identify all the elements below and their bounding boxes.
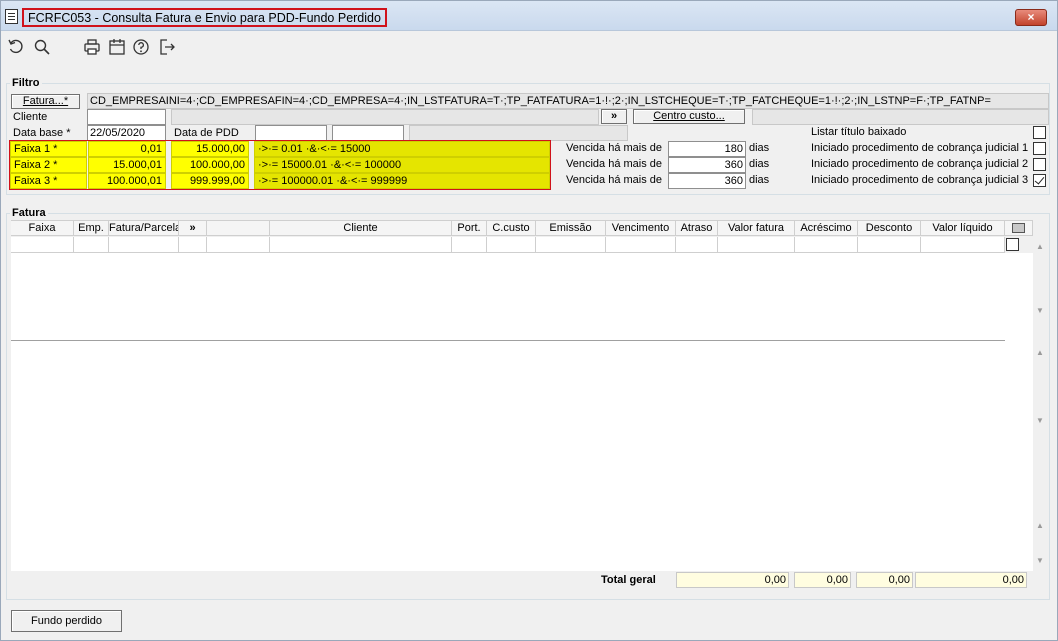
scroll-up-icon[interactable]: ▲ [1036, 243, 1044, 251]
cliente-code-input[interactable] [87, 109, 166, 125]
col-desconto[interactable]: Desconto [858, 221, 921, 236]
scroll-down-icon[interactable]: ▼ [1036, 557, 1044, 565]
data-base-input[interactable]: 22/05/2020 [87, 125, 166, 141]
faixa-3-vencida-label: Vencida há mais de [566, 174, 663, 186]
faixa-3-procedimento-checkbox[interactable] [1033, 174, 1046, 187]
title-bar: FCRFC053 - Consulta Fatura e Envio para … [1, 1, 1057, 31]
col-fatura-parcela[interactable]: Fatura/Parcela [109, 221, 179, 236]
toolbar [1, 32, 1057, 62]
scroll-up-icon[interactable]: ▲ [1036, 522, 1044, 530]
total-valor-fatura: 0,00 [676, 572, 789, 588]
listar-baixado-checkbox[interactable] [1033, 126, 1046, 139]
filtro-group-label: Filtro [10, 77, 42, 89]
col-blank[interactable] [207, 221, 270, 236]
total-valor-liquido: 0,00 [915, 572, 1027, 588]
faixa-2-from[interactable]: 15.000,01 [88, 157, 166, 173]
search-icon[interactable] [33, 38, 51, 56]
col-ccusto[interactable]: C.custo [487, 221, 536, 236]
col-expand[interactable]: » [179, 221, 207, 236]
col-faixa[interactable]: Faixa [11, 221, 74, 236]
faixa-1-procedimento-label: Iniciado procedimento de cobrança judici… [811, 142, 1029, 154]
fundo-perdido-button[interactable]: Fundo perdido [11, 610, 122, 632]
faixa-1-label: Faixa 1 * [10, 141, 87, 157]
faixa-3-procedimento-label: Iniciado procedimento de cobrança judici… [811, 174, 1029, 186]
faixa-2-label: Faixa 2 * [10, 157, 87, 173]
faixa-1-expression: ·>·= 0.01 ·&·<·= 15000 [254, 141, 550, 157]
faixa-2-procedimento-label: Iniciado procedimento de cobrança judici… [811, 158, 1029, 170]
table-row[interactable] [11, 237, 1033, 253]
col-emissao[interactable]: Emissão [536, 221, 606, 236]
data-pdd-desc-field [409, 125, 628, 141]
faixa-2-expression: ·>·= 15000.01 ·&·<·= 100000 [254, 157, 550, 173]
print-icon[interactable] [83, 38, 101, 56]
faixa-1-to[interactable]: 15.000,00 [171, 141, 249, 157]
scroll-up-icon[interactable]: ▲ [1036, 349, 1044, 357]
select-all-icon[interactable] [1012, 223, 1025, 233]
data-base-label: Data base * [13, 127, 71, 139]
data-pdd-label: Data de PDD [174, 127, 239, 139]
fatura-grid-header: Faixa Emp. Fatura/Parcela » Cliente Port… [11, 220, 1033, 236]
document-icon [5, 9, 18, 24]
cliente-label: Cliente [13, 111, 48, 123]
centro-custo-button[interactable]: Centro custo... [633, 109, 745, 124]
grid-scrollbar[interactable]: ▲ ▼ ▲ ▼ ▲ ▼ [1033, 237, 1047, 571]
faixa-2-dias-input[interactable]: 360 [668, 157, 746, 173]
faixa-3-expression: ·>·= 100000.01 ·&·<·= 999999 [254, 173, 550, 189]
exit-icon[interactable] [158, 38, 176, 56]
col-atraso[interactable]: Atraso [676, 221, 718, 236]
total-desconto: 0,00 [856, 572, 913, 588]
grid-divider [11, 340, 1005, 341]
col-cliente[interactable]: Cliente [270, 221, 452, 236]
col-emp[interactable]: Emp. [74, 221, 109, 236]
col-port[interactable]: Port. [452, 221, 487, 236]
faixa-2-vencida-label: Vencida há mais de [566, 158, 663, 170]
faixa-2-dias-label: dias [749, 158, 770, 170]
help-icon[interactable] [132, 38, 150, 56]
centro-custo-field [752, 109, 1049, 125]
faixa-1-procedimento-checkbox[interactable] [1033, 142, 1046, 155]
fatura-query-field: CD_EMPRESAINI=4·;CD_EMPRESAFIN=4·;CD_EMP… [87, 93, 1049, 109]
faixa-1-vencida-label: Vencida há mais de [566, 142, 663, 154]
faixa-1-dias-label: dias [749, 142, 770, 154]
faixa-2-to[interactable]: 100.000,00 [171, 157, 249, 173]
main-window: FCRFC053 - Consulta Fatura e Envio para … [0, 0, 1058, 641]
faixa-3-from[interactable]: 100.000,01 [88, 173, 166, 189]
scroll-down-icon[interactable]: ▼ [1036, 307, 1044, 315]
row-select-checkbox[interactable] [1006, 238, 1019, 251]
faixa-3-dias-input[interactable]: 360 [668, 173, 746, 189]
fatura-grid-body [11, 237, 1033, 571]
faixa-1-from[interactable]: 0,01 [88, 141, 166, 157]
col-acrescimo[interactable]: Acréscimo [795, 221, 858, 236]
col-valor-liquido[interactable]: Valor líquido [921, 221, 1005, 236]
col-valor-fatura[interactable]: Valor fatura [718, 221, 795, 236]
faixa-2-procedimento-checkbox[interactable] [1033, 158, 1046, 171]
col-vencimento[interactable]: Vencimento [606, 221, 676, 236]
total-geral-label: Total geral [601, 574, 656, 586]
listar-baixado-label: Listar título baixado [811, 126, 907, 138]
calendar-icon[interactable] [108, 38, 126, 56]
data-pdd-input[interactable] [255, 125, 327, 141]
fatura-group-label: Fatura [10, 207, 48, 219]
window-title: FCRFC053 - Consulta Fatura e Envio para … [22, 8, 387, 27]
faixa-3-to[interactable]: 999.999,00 [171, 173, 249, 189]
data-pdd-extra-input[interactable] [332, 125, 404, 141]
close-button[interactable]: × [1015, 9, 1047, 26]
col-select-all[interactable] [1005, 221, 1033, 236]
fatura-filter-button[interactable]: Fatura...* [11, 94, 80, 109]
total-acrescimo: 0,00 [794, 572, 851, 588]
faixa-3-dias-label: dias [749, 174, 770, 186]
cliente-more-button[interactable]: » [601, 109, 627, 124]
undo-icon[interactable] [7, 38, 25, 56]
cliente-name-field [171, 109, 599, 125]
scroll-down-icon[interactable]: ▼ [1036, 417, 1044, 425]
faixa-3-label: Faixa 3 * [10, 173, 87, 189]
faixa-1-dias-input[interactable]: 180 [668, 141, 746, 157]
